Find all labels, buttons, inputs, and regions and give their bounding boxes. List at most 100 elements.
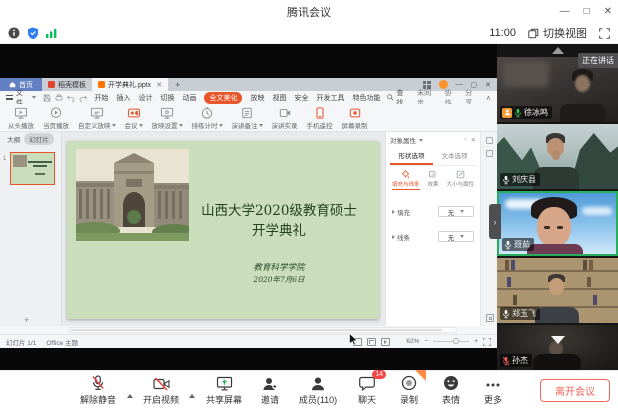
collapse-ribbon-button[interactable]: ∧	[486, 94, 491, 102]
fit-slide-icon[interactable]	[483, 338, 491, 346]
video-options-caret[interactable]	[186, 384, 198, 398]
add-slide-button[interactable]: +	[24, 315, 29, 325]
wps-menu-bar: 文件 开始 插入 设计 切换 动画 全文美化 放映 视图	[0, 91, 497, 104]
zoom-out-button[interactable]: −	[424, 338, 428, 345]
record-button[interactable]: 录制	[388, 375, 430, 406]
video-tile-speaking[interactable]: 聂茹	[497, 191, 618, 256]
subtab-fill-line[interactable]: 填充与线条	[392, 170, 420, 190]
outline-tab[interactable]: 大纲	[7, 134, 20, 144]
tab-design[interactable]: 设计	[138, 93, 152, 103]
video-tile[interactable]: 郑玉飞	[497, 258, 618, 323]
chevron-down-icon	[419, 139, 423, 142]
scroll-down-button[interactable]	[497, 336, 618, 344]
zoom-slider[interactable]	[433, 341, 469, 343]
share-screen-button[interactable]: 共享屏幕	[198, 375, 250, 406]
wps-presentation-window: 首页 稻壳模板 开学典礼.pptx ✕ + — ▢ ✕	[0, 78, 497, 348]
switch-view-label: 切换视图	[543, 25, 587, 41]
tab-animation[interactable]: 动画	[182, 93, 196, 103]
theme-name: Office 主题	[46, 337, 78, 347]
more-button[interactable]: 更多	[472, 375, 514, 406]
chat-button[interactable]: 14 聊天	[346, 375, 388, 406]
tab-transition[interactable]: 切换	[160, 93, 174, 103]
audio-options-caret[interactable]	[124, 384, 136, 398]
sidebar-tool-icon[interactable]	[486, 150, 493, 157]
emoji-button[interactable]: 表情	[430, 375, 472, 406]
unmute-button[interactable]: 解除静音	[72, 375, 124, 406]
switch-view-button[interactable]: 切换视图	[528, 25, 587, 41]
participant-video-strip: 正在讲话 徐冰鸣 刘庆县	[497, 44, 618, 370]
tencent-meeting-window: 腾讯会议 — □ ✕ 11:00	[0, 0, 618, 410]
wps-document-tab[interactable]: 开学典礼.pptx ✕	[92, 78, 168, 91]
redo-icon[interactable]	[79, 94, 87, 102]
ribbon-speaker-notes[interactable]: 演讲备注	[232, 107, 263, 130]
sidebar-bottom-icon[interactable]	[486, 314, 494, 322]
beautify-button[interactable]: 全文美化	[204, 92, 242, 104]
meeting-clock: 11:00	[489, 27, 516, 39]
maximize-button[interactable]: □	[584, 6, 590, 17]
meeting-info-bar: 11:00 切换视图	[0, 22, 618, 44]
participant-name: 徐冰鸣	[524, 107, 548, 118]
titlebar: 腾讯会议 — □ ✕	[0, 0, 618, 22]
ribbon-phone-remote[interactable]: 手机遥控	[307, 107, 333, 130]
members-button[interactable]: 成员(110)	[290, 375, 346, 406]
object-properties-panel: 对象属性 ▫ ✕ 形状选项 文本选项 填充与线	[385, 132, 480, 326]
security-shield-icon[interactable]	[27, 27, 39, 40]
ribbon-presentation-record[interactable]: 演讲实录	[272, 107, 298, 130]
tab-close-icon[interactable]: ✕	[156, 81, 162, 89]
start-video-button[interactable]: 开启视频	[136, 375, 186, 406]
ribbon-rehearse-timing[interactable]: 排练计时	[192, 107, 223, 130]
close-button[interactable]: ✕	[604, 6, 612, 17]
tab-security[interactable]: 安全	[294, 93, 308, 103]
subtab-effects[interactable]: 效果	[427, 170, 438, 190]
fill-select[interactable]: 无	[438, 206, 474, 217]
fill-label: 填充	[397, 207, 410, 217]
slides-tab[interactable]: 幻灯片	[24, 133, 54, 145]
wps-docer-tab[interactable]: 稻壳模板	[42, 78, 92, 91]
save-icon[interactable]	[43, 94, 51, 102]
minimize-button[interactable]: —	[560, 6, 570, 17]
sidebar-tool-icon[interactable]	[486, 137, 493, 144]
ribbon-play-current[interactable]: 当页播放	[43, 107, 69, 130]
fullscreen-icon[interactable]	[599, 28, 610, 39]
ribbon-play-from-start[interactable]: 从头播放	[8, 107, 34, 130]
tab-text-options[interactable]: 文本选项	[433, 148, 476, 165]
expand-fill-icon[interactable]	[392, 210, 395, 214]
video-tile[interactable]: 刘庆县	[497, 124, 618, 189]
document-tab-label: 开学典礼.pptx	[108, 80, 151, 90]
tab-shape-options[interactable]: 形状选项	[390, 148, 433, 165]
print-icon[interactable]	[55, 94, 63, 102]
record-icon	[401, 375, 417, 391]
new-tab-button[interactable]: +	[168, 78, 187, 91]
tab-home[interactable]: 开始	[94, 93, 108, 103]
ribbon-screen-record[interactable]: 屏幕录制	[342, 107, 368, 130]
line-select[interactable]: 无	[438, 231, 474, 242]
slide[interactable]: 山西大学2020级教育硕士 开学典礼 教育科学学院 2020年7月6日	[67, 141, 379, 319]
ribbon-show-settings[interactable]: 放映设置	[152, 107, 183, 130]
tab-features[interactable]: 特色功能	[352, 93, 380, 103]
mouse-cursor	[349, 333, 359, 346]
invite-button[interactable]: 邀请	[250, 375, 290, 406]
subtab-size-properties[interactable]: 大小与属性	[446, 170, 474, 190]
slide-subtitle: 教育科学学院	[179, 261, 379, 273]
undo-icon[interactable]	[67, 94, 75, 102]
tab-slideshow[interactable]: 放映	[250, 93, 264, 103]
meeting-info-icon[interactable]	[8, 27, 20, 39]
slide-thumbnail[interactable]	[10, 152, 55, 185]
tab-view[interactable]: 视图	[272, 93, 286, 103]
tab-devtools[interactable]: 开发工具	[316, 93, 344, 103]
slide-sorter-view-button[interactable]	[367, 338, 376, 346]
slide-date: 2020年7月6日	[179, 274, 379, 285]
close-panel-icon[interactable]: ✕	[471, 136, 476, 144]
video-tile[interactable]: 孙杰	[497, 325, 618, 370]
zoom-in-button[interactable]: +	[474, 338, 478, 345]
expand-line-icon[interactable]	[392, 235, 395, 239]
leave-meeting-button[interactable]: 离开会议	[540, 379, 610, 402]
slideshow-view-button[interactable]	[381, 338, 390, 346]
ppt-file-icon	[98, 81, 105, 88]
ribbon-meeting[interactable]: 会议	[125, 107, 143, 130]
ribbon-custom-show[interactable]: 自定义放映	[78, 107, 116, 130]
pin-panel-icon[interactable]: ▫	[464, 136, 466, 144]
expand-sidebar-handle[interactable]: ›	[489, 204, 501, 239]
horizontal-scrollbar[interactable]	[68, 327, 457, 333]
tab-insert[interactable]: 插入	[116, 93, 130, 103]
